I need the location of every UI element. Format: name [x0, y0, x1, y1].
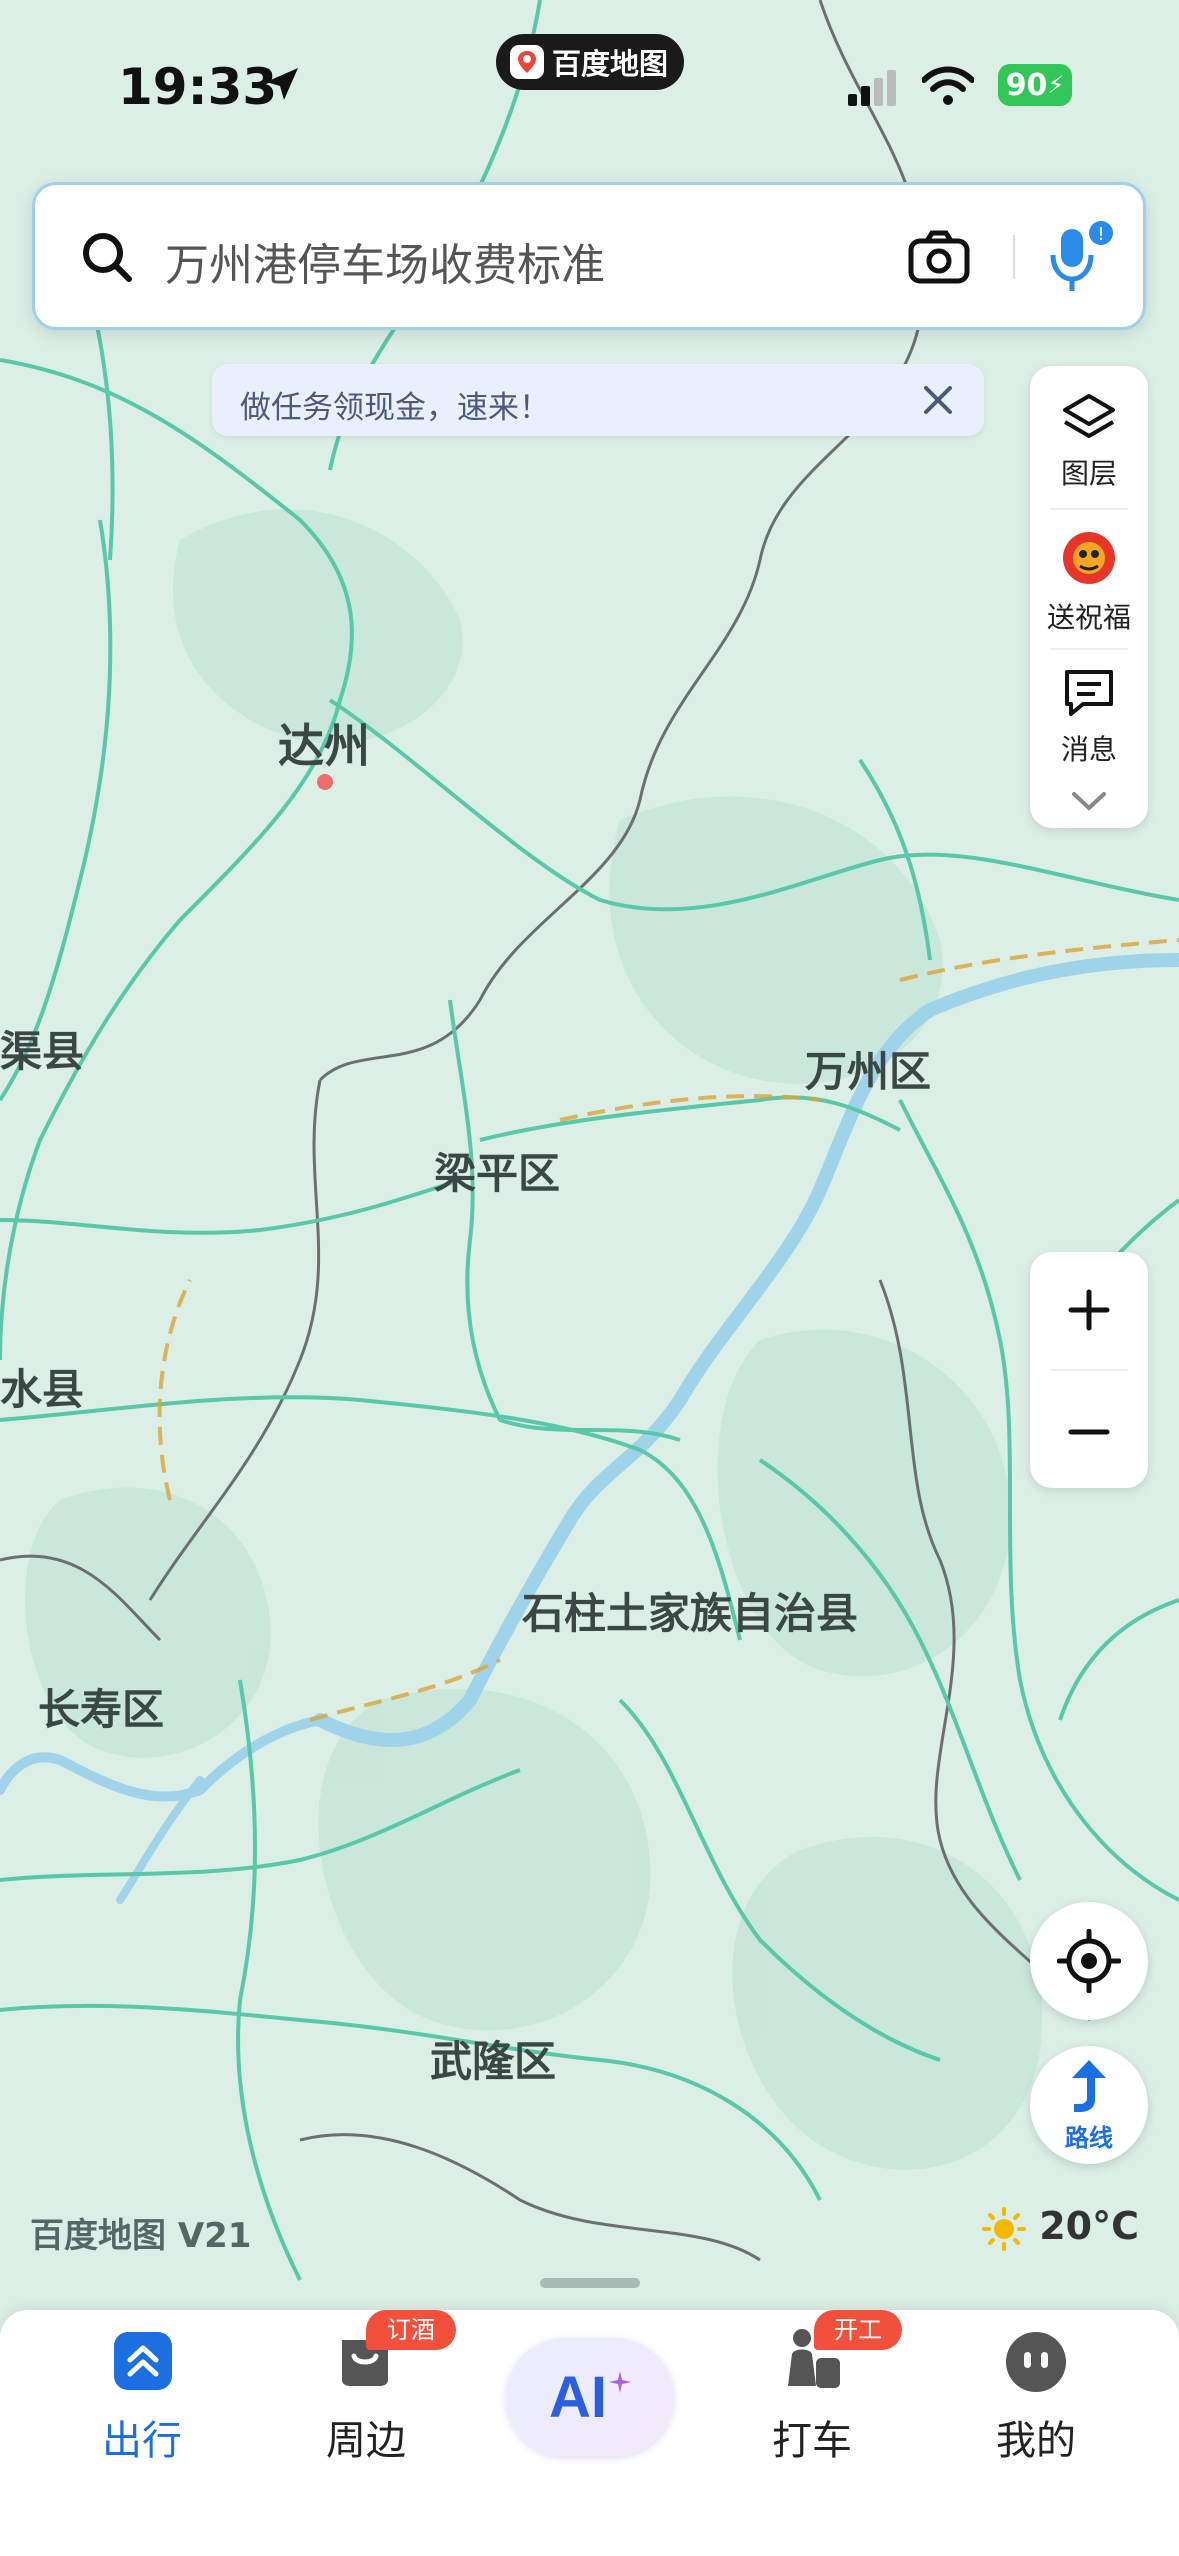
layers-icon	[1063, 394, 1115, 438]
search-divider	[1013, 235, 1015, 279]
zoom-control	[1030, 1252, 1148, 1488]
blessing-label: 送祝福	[1046, 601, 1131, 634]
status-time: 19:33	[118, 58, 278, 116]
panel-divider	[1050, 648, 1128, 650]
cellular-signal-icon	[848, 70, 896, 106]
messages-button[interactable]: 消息	[1030, 666, 1148, 768]
microphone-icon[interactable]: !	[1045, 219, 1115, 295]
ai-label: AI	[549, 2364, 607, 2430]
blessing-button[interactable]: 送祝福	[1030, 526, 1148, 636]
chevron-down-icon[interactable]	[1070, 790, 1108, 812]
close-icon[interactable]	[922, 384, 954, 416]
map-label-shizhu[interactable]: 石柱土家族自治县	[522, 1580, 858, 1641]
route-label: 路线	[1065, 2124, 1113, 2152]
promo-banner[interactable]: 做任务领现金，速来！	[212, 364, 984, 436]
tab-travel-label: 出行	[102, 2418, 182, 2464]
camera-icon[interactable]	[907, 227, 971, 287]
map-label-dazhou[interactable]: 达州	[278, 710, 370, 776]
app-pill-label: 百度地图	[552, 47, 669, 81]
layers-label: 图层	[1060, 457, 1117, 490]
route-button[interactable]: 路线	[1030, 2046, 1148, 2164]
tab-me-label: 我的	[996, 2418, 1076, 2464]
tab-nearby[interactable]: 订酒店 周边	[276, 2310, 456, 2556]
tab-nearby-label: 周边	[326, 2418, 406, 2464]
tab-taxi[interactable]: 开工券 打车	[722, 2310, 902, 2556]
search-icon	[83, 233, 132, 282]
taxi-badge: 开工券	[814, 2310, 902, 2384]
map-label-liangping[interactable]: 梁平区	[434, 1140, 560, 1201]
sheet-drag-handle[interactable]	[540, 2278, 640, 2288]
baidu-map-logo-icon	[510, 45, 544, 79]
tab-travel[interactable]: 出行	[52, 2310, 232, 2556]
nearby-badge: 订酒店	[366, 2310, 456, 2384]
promo-banner-text: 做任务领现金，速来！	[240, 390, 550, 426]
locate-me-button[interactable]	[1030, 1902, 1148, 2020]
map-label-wulong[interactable]: 武隆区	[430, 2028, 556, 2089]
map-label-changshou[interactable]: 长寿区	[38, 1676, 164, 1737]
map-label-wanzhou[interactable]: 万州区	[805, 1038, 931, 1099]
tab-taxi-label: 打车	[772, 2418, 852, 2464]
layers-button[interactable]: 图层	[1030, 392, 1148, 492]
crosshair-location-icon	[1057, 1929, 1121, 1993]
ai-assistant-button[interactable]: AI	[506, 2338, 674, 2456]
wifi-icon	[922, 66, 974, 105]
zoom-out-icon[interactable]	[1067, 1410, 1111, 1454]
panel-divider	[1050, 508, 1128, 510]
zoom-divider	[1050, 1369, 1128, 1371]
location-arrow-icon	[266, 68, 298, 100]
bottom-nav: 出行 订酒店 周边 AI 开工券 打车 我的	[0, 2310, 1179, 2556]
battery-level: 90	[1005, 67, 1048, 103]
status-bar: 19:33 百度地图 90 ⚡	[0, 0, 1179, 170]
search-placeholder[interactable]: 万州港停车场收费标准	[165, 229, 605, 293]
weather-widget[interactable]: 20°C	[982, 2204, 1139, 2251]
blessing-lion-icon	[1063, 532, 1115, 584]
sparkle-icon	[609, 2371, 631, 2393]
weather-temperature: 20°C	[1039, 2204, 1140, 2248]
search-bar[interactable]: 万州港停车场收费标准 !	[32, 182, 1146, 330]
svg-text:!: !	[1097, 224, 1104, 245]
map-brand-watermark: 百度地图 V21	[30, 2216, 252, 2256]
messages-label: 消息	[1060, 733, 1117, 766]
battery-indicator: 90 ⚡	[998, 64, 1072, 106]
travel-icon	[114, 2332, 172, 2390]
map-label-qu-county[interactable]: 渠县	[0, 1018, 84, 1079]
sun-icon	[982, 2206, 1026, 2251]
dynamic-island-app-pill[interactable]: 百度地图	[496, 34, 684, 90]
profile-face-icon	[1006, 2332, 1066, 2392]
route-arrow-icon	[1072, 2060, 1106, 2112]
zoom-in-icon[interactable]	[1067, 1288, 1111, 1332]
map-label-linshui[interactable]: 水县	[0, 1356, 84, 1417]
tab-me[interactable]: 我的	[946, 2310, 1126, 2556]
message-icon	[1065, 670, 1113, 716]
map-tools-panel: 图层 送祝福 消息	[1030, 366, 1148, 828]
